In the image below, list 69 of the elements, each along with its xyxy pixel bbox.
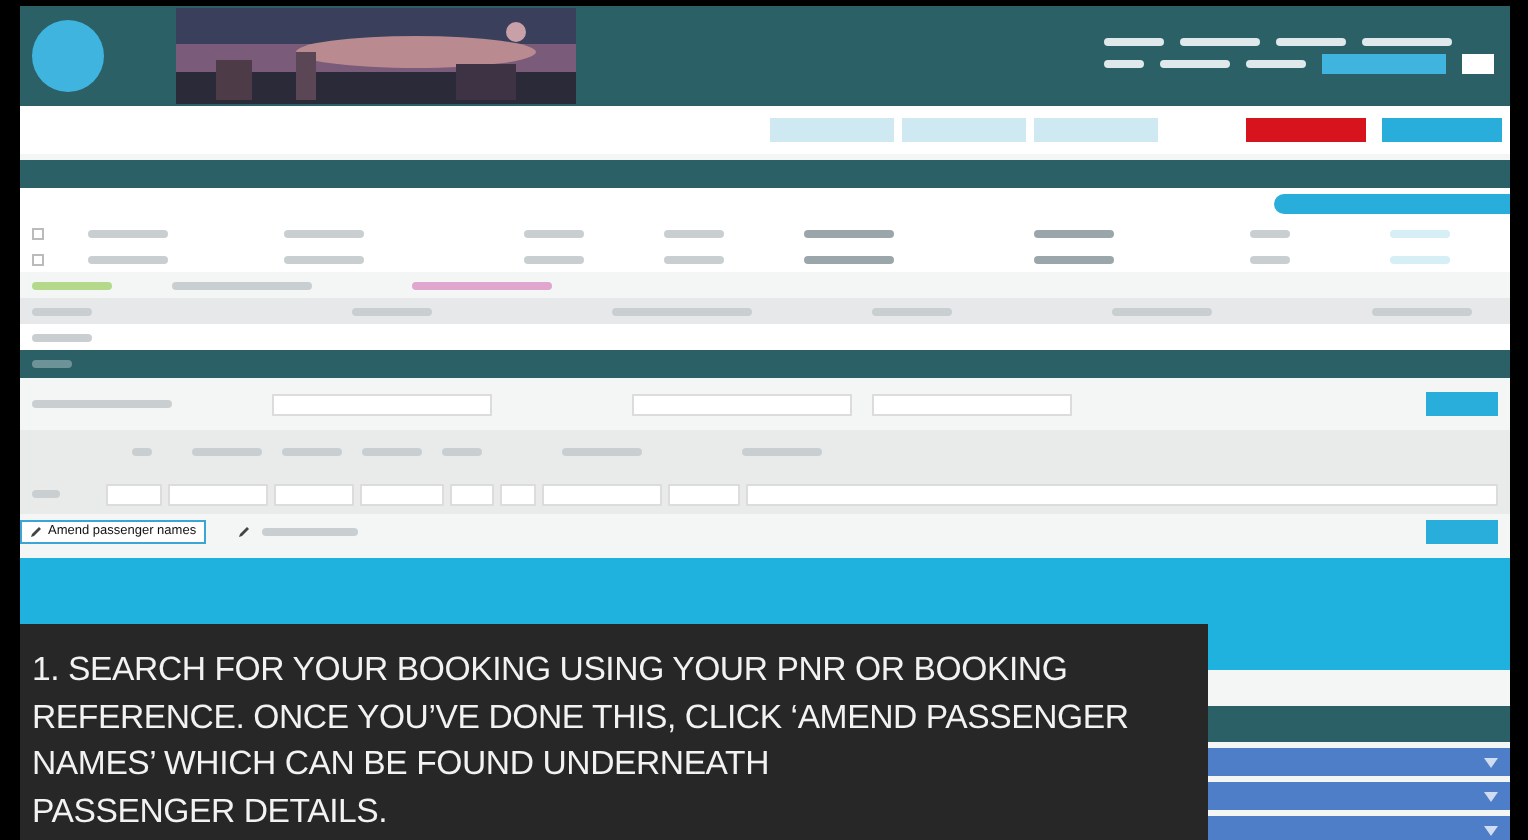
blurred-text bbox=[1034, 229, 1114, 237]
blurred-text bbox=[1250, 255, 1290, 263]
update-button[interactable] bbox=[1426, 520, 1498, 544]
caption: 1. SEARCH FOR YOUR BOOKING USING YOUR PNR OR BOOKING REFERENCE. ONCE YOU’VE DONE THIS, CLICK ‘AMEND PASSENGER NAMES’ WHICH CAN BE FOUND UNDERNEATH PASSENGER DETAILS. bbox=[20, 624, 1208, 840]
blurred-text bbox=[804, 255, 894, 263]
blurred-text[interactable] bbox=[1276, 38, 1346, 46]
blurred-text bbox=[284, 229, 364, 237]
input-field[interactable] bbox=[872, 393, 1072, 415]
input-field[interactable] bbox=[106, 483, 162, 505]
blurred-text bbox=[88, 229, 168, 237]
blurred-text bbox=[742, 448, 822, 456]
caret-icon bbox=[1484, 791, 1498, 801]
blurred-text bbox=[32, 400, 172, 408]
tab[interactable] bbox=[1034, 118, 1158, 142]
blurred-text bbox=[88, 255, 168, 263]
accordion-row[interactable] bbox=[1208, 816, 1510, 840]
blurred-text bbox=[362, 448, 422, 456]
blurred-text bbox=[192, 448, 262, 456]
blurred-text[interactable] bbox=[1246, 60, 1306, 68]
blurred-text bbox=[412, 281, 552, 289]
blurred-text[interactable] bbox=[1180, 38, 1260, 46]
pay-button[interactable] bbox=[1382, 118, 1502, 142]
blurred-text bbox=[1250, 229, 1290, 237]
input-field[interactable] bbox=[274, 483, 354, 505]
blurred-text bbox=[524, 229, 584, 237]
email-field[interactable] bbox=[272, 393, 492, 415]
tab[interactable] bbox=[770, 118, 894, 142]
blurred-text[interactable] bbox=[262, 528, 359, 536]
input-field[interactable] bbox=[668, 483, 740, 505]
input-field[interactable] bbox=[746, 483, 1498, 505]
blurred-text bbox=[562, 448, 642, 456]
checkbox[interactable] bbox=[32, 253, 44, 265]
blurred-text[interactable] bbox=[1104, 38, 1164, 46]
input-field[interactable] bbox=[500, 483, 536, 505]
accordion-row[interactable] bbox=[1208, 748, 1510, 776]
blurred-text bbox=[32, 281, 112, 289]
blurred-text bbox=[172, 281, 312, 289]
blurred-text bbox=[1034, 255, 1114, 263]
blurred-text bbox=[442, 448, 482, 456]
cancel-button[interactable] bbox=[1246, 118, 1366, 142]
input-field[interactable] bbox=[360, 483, 444, 505]
accordion-row[interactable] bbox=[1208, 782, 1510, 810]
input-field[interactable] bbox=[542, 483, 662, 505]
blurred-text[interactable] bbox=[1362, 38, 1452, 46]
blurred-text bbox=[804, 229, 894, 237]
input-field[interactable] bbox=[168, 483, 268, 505]
blurred-text bbox=[664, 255, 724, 263]
caret-icon bbox=[1484, 757, 1498, 767]
blurred-text[interactable] bbox=[1104, 60, 1144, 68]
caret-icon bbox=[1484, 825, 1498, 835]
update-button[interactable] bbox=[1426, 392, 1498, 416]
pencil-icon bbox=[30, 526, 42, 538]
blurred-text bbox=[284, 255, 364, 263]
select-field[interactable] bbox=[632, 393, 852, 415]
blurred-text bbox=[524, 255, 584, 263]
blurred-text bbox=[32, 333, 92, 341]
blurred-text bbox=[664, 229, 724, 237]
logo[interactable] bbox=[32, 20, 104, 92]
tab[interactable] bbox=[902, 118, 1026, 142]
pencil-icon bbox=[238, 526, 251, 538]
blurred-text[interactable] bbox=[1160, 60, 1230, 68]
input-field[interactable] bbox=[450, 483, 494, 505]
blurred-text bbox=[32, 360, 72, 368]
blurred-text bbox=[32, 490, 60, 498]
checkbox[interactable] bbox=[32, 227, 44, 239]
logout-button[interactable] bbox=[1462, 54, 1494, 74]
blurred-text bbox=[282, 448, 342, 456]
select-field[interactable] bbox=[1322, 54, 1446, 74]
blurred-text bbox=[132, 448, 152, 456]
